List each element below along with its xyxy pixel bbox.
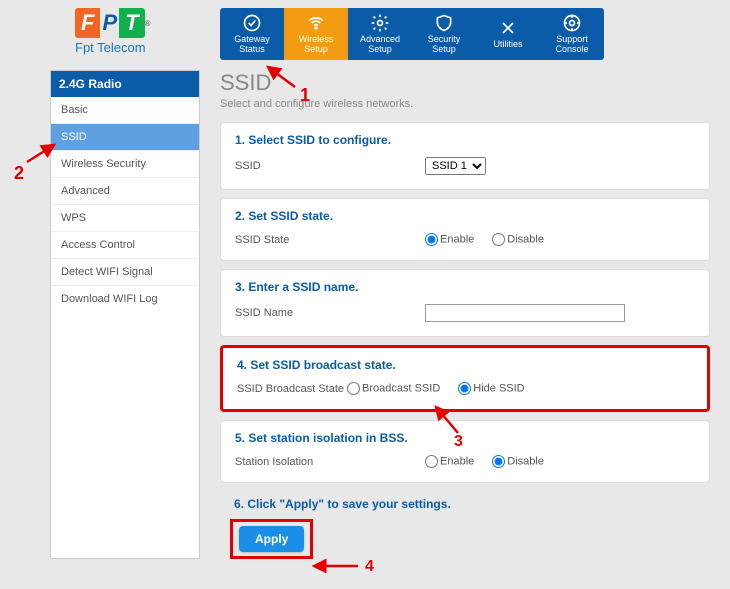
sidebar-item-ssid[interactable]: SSID — [51, 124, 199, 151]
sidebar-item-wireless-security[interactable]: Wireless Security — [51, 151, 199, 178]
panel-title: 2. Set SSID state. — [235, 209, 695, 223]
ssid-state-label: SSID State — [235, 234, 425, 246]
ssid-name-input[interactable] — [425, 304, 625, 322]
panel-title: 1. Select SSID to configure. — [235, 133, 695, 147]
wifi-icon — [306, 13, 326, 33]
nav-security-setup[interactable]: Security Setup — [412, 8, 476, 60]
top-nav: Gateway Status Wireless Setup Advanced S… — [220, 8, 604, 60]
shield-icon — [434, 13, 454, 33]
ssid-label: SSID — [235, 160, 425, 172]
panel-ssid-state: 2. Set SSID state. SSID State Enable Dis… — [220, 198, 710, 261]
apply-highlight: Apply — [230, 519, 313, 559]
isolation-disable[interactable] — [492, 455, 505, 468]
isolation-enable[interactable] — [425, 455, 438, 468]
isolation-label: Station Isolation — [235, 456, 425, 468]
panel-title: 5. Set station isolation in BSS. — [235, 431, 695, 445]
arrow-4-icon — [310, 558, 360, 573]
panel-title: 3. Enter a SSID name. — [235, 280, 695, 294]
nav-wireless-setup[interactable]: Wireless Setup — [284, 8, 348, 60]
ssid-state-disable[interactable] — [492, 233, 505, 246]
sidebar-item-basic[interactable]: Basic — [51, 97, 199, 124]
sidebar: 2.4G Radio Basic SSID Wireless Security … — [50, 70, 200, 559]
panel-title: 4. Set SSID broadcast state. — [237, 358, 693, 372]
page-subtitle: Select and configure wireless networks. — [220, 98, 710, 110]
panel-ssid-name: 3. Enter a SSID name. SSID Name — [220, 269, 710, 337]
apply-button[interactable]: Apply — [239, 526, 304, 552]
main-content: SSID Select and configure wireless netwo… — [200, 70, 710, 559]
panel-station-isolation: 5. Set station isolation in BSS. Station… — [220, 420, 710, 483]
page-title: SSID — [220, 70, 710, 96]
sidebar-header: 2.4G Radio — [51, 71, 199, 97]
support-icon — [562, 13, 582, 33]
gear-icon — [370, 13, 390, 33]
sidebar-item-detect-wifi[interactable]: Detect WIFI Signal — [51, 259, 199, 286]
ssid-state-enable[interactable] — [425, 233, 438, 246]
sidebar-item-access-control[interactable]: Access Control — [51, 232, 199, 259]
ssid-name-label: SSID Name — [235, 307, 425, 319]
nav-support-console[interactable]: Support Console — [540, 8, 604, 60]
broadcast-ssid-radio[interactable] — [347, 382, 360, 395]
annotation-4: 4 — [365, 558, 374, 576]
brand-text: Fpt Telecom — [75, 40, 151, 55]
nav-utilities[interactable]: Utilities — [476, 8, 540, 60]
sidebar-item-advanced[interactable]: Advanced — [51, 178, 199, 205]
check-circle-icon — [242, 13, 262, 33]
tools-icon — [498, 18, 518, 38]
logo: FPT® Fpt Telecom — [0, 8, 220, 57]
panel-select-ssid: 1. Select SSID to configure. SSID SSID 1 — [220, 122, 710, 190]
hide-ssid-radio[interactable] — [458, 382, 471, 395]
sidebar-item-download-log[interactable]: Download WIFI Log — [51, 286, 199, 312]
nav-advanced-setup[interactable]: Advanced Setup — [348, 8, 412, 60]
sidebar-item-wps[interactable]: WPS — [51, 205, 199, 232]
nav-gateway-status[interactable]: Gateway Status — [220, 8, 284, 60]
panel-broadcast-state: 4. Set SSID broadcast state. SSID Broadc… — [220, 345, 710, 412]
ssid-select[interactable]: SSID 1 — [425, 157, 486, 175]
panel-title: 6. Click "Apply" to save your settings. — [234, 497, 710, 511]
